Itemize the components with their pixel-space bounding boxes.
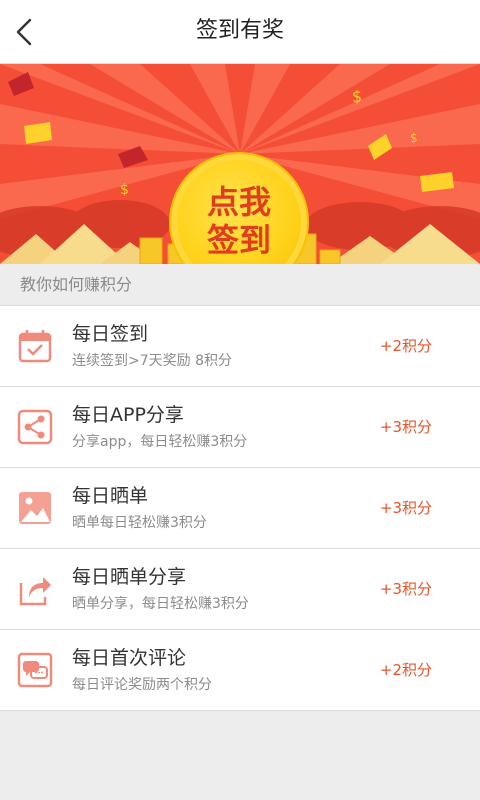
top-bar: 签到有奖	[0, 0, 480, 64]
page-title: 签到有奖	[195, 18, 284, 43]
task-desc: 连续签到>7天奖励 8积分	[72, 353, 232, 369]
task-item-order-share[interactable]: 每日晒单分享 晒单分享，每日轻松赚3积分 +3积分	[0, 549, 480, 630]
forward-arrow-icon	[17, 571, 53, 607]
task-name: 每日签到	[72, 323, 149, 345]
share-icon	[17, 409, 53, 445]
task-points: +3积分	[379, 418, 432, 436]
task-list: 每日签到 连续签到>7天奖励 8积分 +2积分 每日APP分享 分享app，每日…	[0, 306, 480, 711]
checkin-button-line1: 点我	[206, 183, 271, 221]
task-points: +2积分	[379, 661, 432, 679]
task-item-daily-checkin[interactable]: 每日签到 连续签到>7天奖励 8积分 +2积分	[0, 306, 480, 387]
checkin-button-line2: 签到	[206, 221, 271, 259]
task-name: 每日晒单分享	[72, 566, 187, 588]
calendar-check-icon	[17, 328, 53, 364]
task-name: 每日晒单	[72, 485, 149, 507]
task-desc: 每日评论奖励两个积分	[72, 677, 212, 693]
section-title: 教你如何赚积分	[0, 264, 480, 306]
task-desc: 分享app，每日轻松赚3积分	[72, 434, 248, 450]
svg-text:$: $	[120, 182, 129, 198]
task-item-first-comment[interactable]: 每日首次评论 每日评论奖励两个积分 +2积分	[0, 630, 480, 711]
task-points: +3积分	[379, 580, 432, 598]
task-desc: 晒单每日轻松赚3积分	[72, 515, 207, 531]
image-icon	[17, 490, 53, 526]
svg-text:$: $	[352, 87, 362, 106]
svg-text:$: $	[410, 131, 418, 145]
task-desc: 晒单分享，每日轻松赚3积分	[72, 596, 249, 612]
chat-bubbles-icon	[17, 652, 53, 688]
task-points: +2积分	[379, 337, 432, 355]
task-item-show-order[interactable]: 每日晒单 晒单每日轻松赚3积分 +3积分	[0, 468, 480, 549]
task-name: 每日APP分享	[72, 404, 184, 426]
task-item-app-share[interactable]: 每日APP分享 分享app，每日轻松赚3积分 +3积分	[0, 387, 480, 468]
checkin-banner: $ $ $ 点我 签到	[0, 64, 480, 264]
task-points: +3积分	[379, 499, 432, 517]
task-name: 每日首次评论	[72, 647, 187, 669]
